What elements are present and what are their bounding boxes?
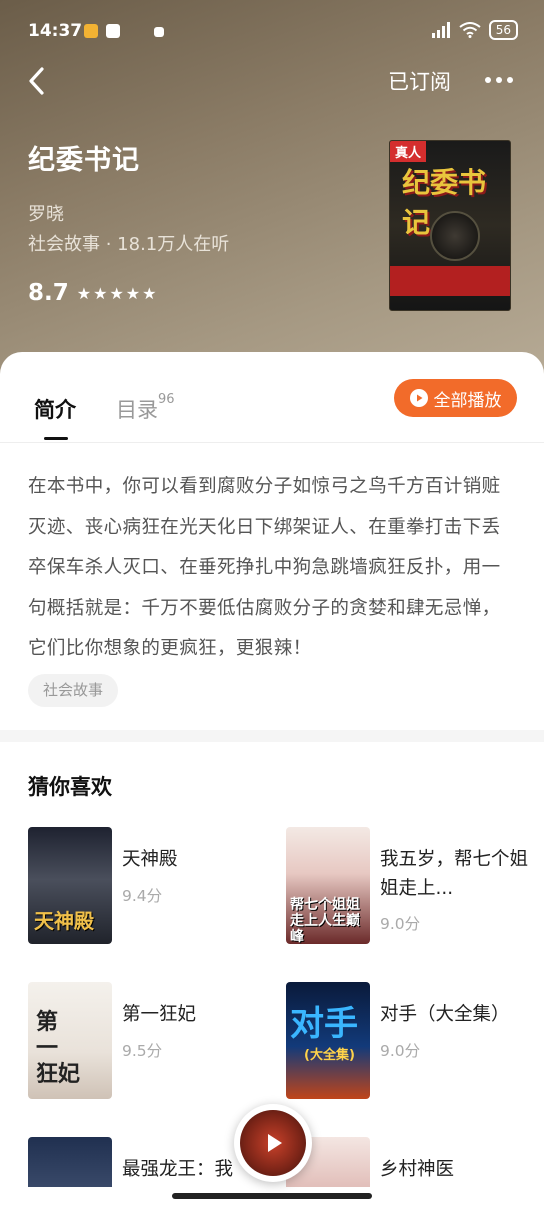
status-time: 14:37 (28, 21, 83, 41)
cover-band (390, 266, 510, 296)
subscribed-button[interactable]: 已订阅 (388, 66, 451, 96)
recommend-score: 9.4分 (122, 887, 163, 905)
signal-icon (431, 22, 450, 38)
battery-indicator: 56 (488, 20, 518, 40)
notification-icon (84, 24, 98, 38)
tab-toc-count: 96 (158, 392, 175, 407)
tab-toc-label: 目录 (116, 398, 158, 422)
mini-player-button[interactable] (234, 1104, 312, 1182)
recommend-score: 9.0分 (380, 915, 421, 933)
star-rating-icon: ★★★★★ (76, 283, 159, 303)
recommend-item[interactable]: 第一狂妃 第一狂妃 9.5分 (28, 982, 278, 1100)
recommend-score: 9.5分 (122, 1042, 163, 1060)
cover-emblem (430, 211, 480, 261)
category-tag[interactable]: 社会故事 (28, 674, 119, 707)
recommend-title: 乡村神医 (380, 1159, 455, 1180)
rating-score: 8.7 (28, 280, 69, 306)
book-description: 在本书中，你可以看到腐败分子如惊弓之鸟千方百计销赃灭迹、丧心病狂在光天化日下绑架… (28, 476, 501, 659)
wifi-icon (459, 22, 481, 38)
recommend-item[interactable]: 乡村神医 (286, 1137, 536, 1187)
book-title: 纪委书记 (28, 145, 140, 176)
recommend-title: 天神殿 (122, 849, 178, 870)
app-notification-icon (106, 24, 120, 38)
mini-player-cover (240, 1110, 306, 1176)
book-author[interactable]: 罗晓 (28, 200, 64, 226)
recommend-cover: 天神殿 (28, 827, 112, 944)
back-icon[interactable] (24, 64, 52, 98)
book-cover[interactable]: 真人 纪委书记 (389, 140, 511, 311)
recommend-title: 第一狂妃 (122, 1004, 197, 1025)
more-options-icon[interactable] (482, 66, 516, 94)
recommend-cover: 对手 (大全集) (286, 982, 370, 1099)
cover-tag: 真人 (390, 141, 427, 162)
recommend-title: 对手（大全集） (380, 1004, 510, 1025)
recommend-item[interactable]: 帮七个姐姐 走上人生巅峰 我五岁，帮七个姐姐走上... 9.0分 (286, 827, 536, 945)
recommend-item[interactable]: 天神殿 天神殿 9.4分 (28, 827, 278, 945)
section-divider (0, 730, 544, 742)
message-icon (154, 27, 164, 37)
recommend-score: 9.0分 (380, 1042, 421, 1060)
recommend-cover: 第一狂妃 (28, 982, 112, 1099)
play-all-button[interactable]: 全部播放 (394, 379, 517, 417)
recommend-cover: 帮七个姐姐 走上人生巅峰 (286, 827, 370, 944)
recommend-item[interactable]: 对手 (大全集) 对手（大全集） 9.0分 (286, 982, 536, 1100)
home-indicator[interactable] (172, 1193, 372, 1199)
active-tab-indicator (44, 437, 68, 440)
tab-toc[interactable]: 目录96 (116, 392, 175, 424)
divider (0, 442, 544, 443)
rating: 8.7 ★★★★★ (28, 280, 158, 306)
play-all-label: 全部播放 (433, 390, 502, 411)
recommend-heading: 猜你喜欢 (28, 775, 112, 799)
status-bar: 14:37 56 (0, 0, 544, 62)
tab-intro[interactable]: 简介 (34, 394, 76, 424)
recommend-title: 我五岁，帮七个姐姐走上... (380, 849, 529, 899)
play-icon (409, 389, 428, 407)
recommend-cover (28, 1137, 112, 1187)
book-meta: 社会故事 · 18.1万人在听 (28, 234, 230, 255)
play-icon (268, 1134, 282, 1152)
